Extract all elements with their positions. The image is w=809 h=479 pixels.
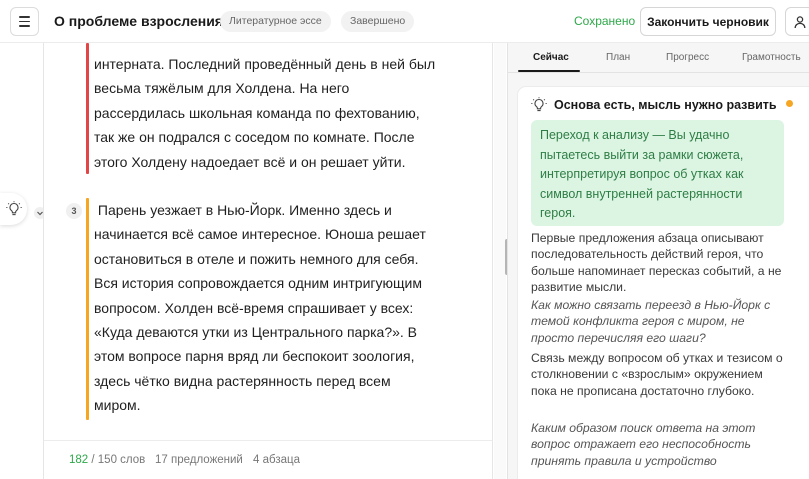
paragraph-count: 4 абзаца — [253, 454, 300, 466]
active-tab-indicator — [518, 70, 580, 72]
feedback-panel: Сейчас План Прогресс Грамотность Основа … — [507, 43, 809, 479]
tab-progress[interactable]: Прогресс — [666, 52, 709, 63]
menu-icon-line — [19, 25, 30, 27]
word-count: 182 / 150 слов — [69, 454, 145, 466]
feedback-text: Первые предложения абзаца описывают посл… — [531, 231, 782, 294]
menu-button[interactable] — [10, 7, 39, 36]
paragraph-line: здесь чётко видна растерянность перед вс… — [94, 372, 391, 389]
feedback-card: Основа есть, мысль нужно развить Переход… — [518, 87, 809, 479]
paragraph-line: рассердилась школьная команда по фехтова… — [94, 104, 420, 121]
menu-icon-line — [19, 16, 30, 18]
sentence-count: 17 предложений — [155, 454, 243, 466]
paragraph-line: «Куда деваются утки из Центрального парк… — [94, 324, 418, 341]
editor-footer: 182 / 150 слов 17 предложений 4 абзаца — [44, 440, 492, 479]
paragraph-line: начинается всё самое интересное. Юноша р… — [94, 226, 426, 243]
paragraph-line: так же он подрался с соседом по комнате.… — [94, 129, 415, 146]
paragraph-line: интерната. Последний проведённый день в … — [94, 56, 436, 72]
guiding-question: Как можно связать переезд в Нью-Йорк с т… — [531, 298, 771, 345]
paragraph-line: Вся история сопровождается одним интригу… — [94, 275, 422, 292]
tab-grammar[interactable]: Грамотность — [742, 52, 801, 63]
feedback-text: Связь между вопросом об утках и тезисом … — [531, 351, 783, 398]
editor-area: интерната. Последний проведённый день в … — [43, 43, 493, 479]
paragraph-3[interactable]: Парень уезжает в Нью-Йорк. Именно здесь … — [94, 198, 454, 418]
word-limit: / 150 слов — [88, 454, 146, 466]
tab-now[interactable]: Сейчас — [533, 52, 569, 63]
saved-status: Сохранено — [574, 14, 636, 28]
paragraph-line: миром. — [94, 397, 141, 414]
top-bar: О проблеме взросления Литературное эссе … — [0, 0, 809, 43]
card-header: Основа есть, мысль нужно развить — [528, 96, 798, 116]
paragraph-line: Парень уезжает в Нью-Йорк. Именно здесь … — [94, 202, 392, 218]
app-root: О проблеме взросления Литературное эссе … — [0, 0, 809, 479]
menu-icon-line — [19, 20, 30, 23]
paragraph-number-badge: 3 — [66, 203, 82, 219]
status-dot — [786, 100, 793, 107]
status-chip: Завершено — [341, 11, 415, 32]
paragraph-line: этого Холдену надоедает всё и он решает … — [94, 153, 406, 170]
lightbulb-icon — [5, 201, 22, 216]
word-count-value: 182 — [69, 454, 89, 466]
profile-button[interactable] — [785, 7, 809, 36]
panel-tabs: Сейчас План Прогресс Грамотность — [508, 43, 809, 73]
document-title: О проблеме взросления — [54, 13, 223, 29]
card-title: Основа есть, мысль нужно развить — [554, 98, 777, 112]
paragraph-marker-red — [86, 43, 89, 174]
lightbulb-icon — [531, 97, 547, 112]
user-icon — [794, 15, 805, 28]
tab-plan[interactable]: План — [606, 52, 630, 63]
guiding-question: Каким образом поиск ответа на этот вопро… — [531, 421, 756, 468]
paragraph-marker-orange — [86, 198, 89, 420]
highlight-box: Переход к анализу — Вы удачно пытаетесь … — [531, 120, 784, 226]
paragraph-line: остановиться в отеле и пожить немного дл… — [94, 250, 419, 267]
paragraph-2[interactable]: интерната. Последний проведённый день в … — [94, 52, 454, 174]
paragraph-line: вопросом. Холден всё-время спрашивает у … — [94, 299, 414, 316]
hint-toggle-button[interactable] — [0, 193, 27, 225]
paragraph-line: этом вопросе парня вряд ли беспокоит зоо… — [94, 348, 415, 365]
paragraph-line: весьма тяжёлым для Холдена. На него — [94, 80, 350, 97]
finish-draft-button[interactable]: Закончить черновик — [640, 7, 776, 36]
genre-chip: Литературное эссе — [220, 11, 331, 32]
